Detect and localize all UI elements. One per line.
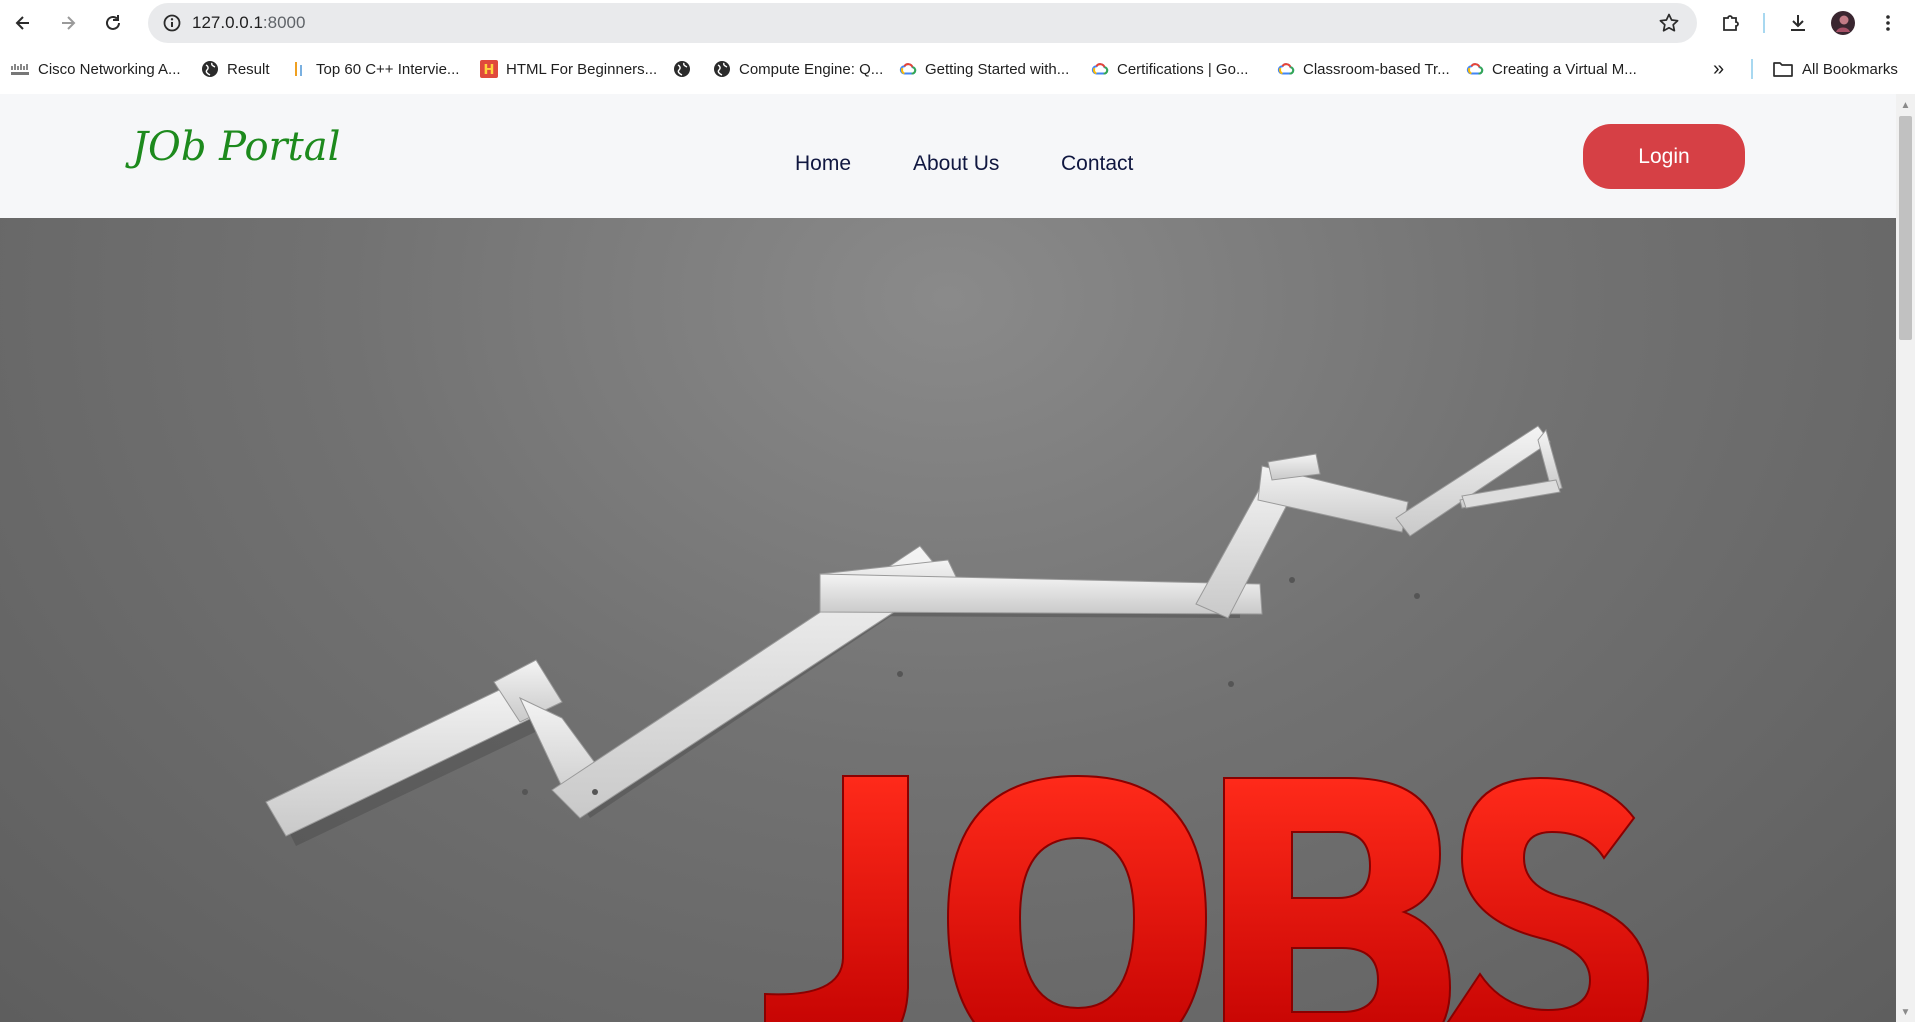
all-bookmarks-label: All Bookmarks — [1802, 60, 1898, 78]
nav-home[interactable]: Home — [795, 152, 851, 176]
bookmark-star-button[interactable] — [1653, 7, 1685, 39]
url-host: 127.0.0.1 — [192, 13, 263, 32]
bookmark-result[interactable]: Result — [201, 54, 270, 84]
bookmark-cpp-interview[interactable]: Top 60 C++ Intervie... — [290, 54, 459, 84]
avatar-icon — [1831, 11, 1855, 35]
brand-logo[interactable]: JOb Portal — [132, 124, 340, 170]
bookmark-globe[interactable] — [673, 54, 699, 84]
address-bar[interactable]: 127.0.0.1:8000 — [148, 3, 1697, 43]
bookmark-label: HTML For Beginners... — [506, 60, 658, 78]
toolbar-divider — [1763, 13, 1765, 33]
back-button[interactable] — [7, 7, 39, 39]
forward-button[interactable] — [52, 7, 84, 39]
growth-arrow — [265, 425, 1563, 837]
jobs-letters — [764, 774, 1650, 1022]
bars-favicon-icon — [290, 60, 308, 78]
arrow-left-icon — [15, 16, 29, 30]
bookmark-certifications[interactable]: Certifications | Go... — [1091, 54, 1248, 84]
chevron-double-right-icon: » — [1713, 57, 1725, 80]
google-cloud-icon — [1277, 60, 1295, 78]
folder-icon — [1772, 60, 1794, 78]
bookmark-html-beginners[interactable]: H HTML For Beginners... — [480, 54, 657, 84]
scroll-down-arrow-icon[interactable]: ▼ — [1900, 1007, 1911, 1018]
kebab-menu-icon — [1886, 15, 1890, 31]
browser-toolbar: 127.0.0.1:8000 — [0, 0, 1915, 46]
globe-icon — [713, 60, 731, 78]
url-port: :8000 — [262, 13, 306, 32]
page-viewport: JOb Portal Home About Us Contact Login — [0, 94, 1896, 1022]
page-scrollbar[interactable]: ▲ ▼ — [1896, 94, 1915, 1022]
cisco-icon — [10, 60, 30, 78]
globe-icon — [673, 60, 691, 78]
bookmark-label: Creating a Virtual M... — [1492, 60, 1637, 78]
extensions-button[interactable] — [1715, 7, 1747, 39]
all-bookmarks-button[interactable]: All Bookmarks — [1772, 54, 1898, 84]
reload-icon — [106, 15, 120, 30]
bookmarks-overflow-button[interactable]: » — [1713, 54, 1724, 84]
bookmarks-bar: Cisco Networking A... Result Top 60 C++ … — [0, 46, 1915, 92]
downloads-button[interactable] — [1782, 7, 1814, 39]
scroll-up-arrow-icon[interactable]: ▲ — [1900, 100, 1911, 111]
nav-about-us[interactable]: About Us — [913, 152, 999, 176]
bookmark-label: Compute Engine: Q... — [739, 60, 884, 78]
scroll-thumb[interactable] — [1899, 116, 1912, 340]
reload-button[interactable] — [97, 7, 129, 39]
star-icon — [1659, 13, 1679, 32]
site-info-icon — [163, 14, 181, 32]
nav-contact[interactable]: Contact — [1061, 152, 1133, 176]
site-info-button[interactable] — [156, 7, 188, 39]
bookmark-label: Result — [227, 60, 270, 78]
hero-image — [265, 425, 1650, 1022]
bookmark-label: Cisco Networking A... — [38, 60, 181, 78]
svg-text:H: H — [484, 63, 495, 78]
bookmark-classroom[interactable]: Classroom-based Tr... — [1277, 54, 1450, 84]
site-navbar: JOb Portal Home About Us Contact Login — [0, 94, 1896, 218]
google-cloud-icon — [1466, 60, 1484, 78]
login-button[interactable]: Login — [1583, 124, 1745, 189]
bookmark-getting-started[interactable]: Getting Started with... — [899, 54, 1069, 84]
url-text[interactable]: 127.0.0.1:8000 — [192, 3, 305, 43]
arrow-right-icon — [62, 16, 76, 30]
bookmark-compute-engine[interactable]: Compute Engine: Q... — [713, 54, 883, 84]
google-cloud-icon — [1091, 60, 1109, 78]
bookmarks-divider — [1751, 59, 1753, 79]
bookmark-label: Certifications | Go... — [1117, 60, 1249, 78]
bookmark-label: Top 60 C++ Intervie... — [316, 60, 460, 78]
bookmark-cisco[interactable]: Cisco Networking A... — [10, 54, 181, 84]
puzzle-icon — [1723, 15, 1739, 31]
bookmark-label: Getting Started with... — [925, 60, 1070, 78]
bookmark-label: Classroom-based Tr... — [1303, 60, 1450, 78]
bookmark-virtual-machine[interactable]: Creating a Virtual M... — [1466, 54, 1637, 84]
h-favicon-icon: H — [480, 60, 498, 78]
google-cloud-icon — [899, 60, 917, 78]
browser-menu-button[interactable] — [1872, 7, 1904, 39]
profile-avatar[interactable] — [1827, 7, 1859, 39]
hero-banner — [0, 218, 1896, 1022]
download-icon — [1791, 15, 1805, 31]
globe-icon — [201, 60, 219, 78]
